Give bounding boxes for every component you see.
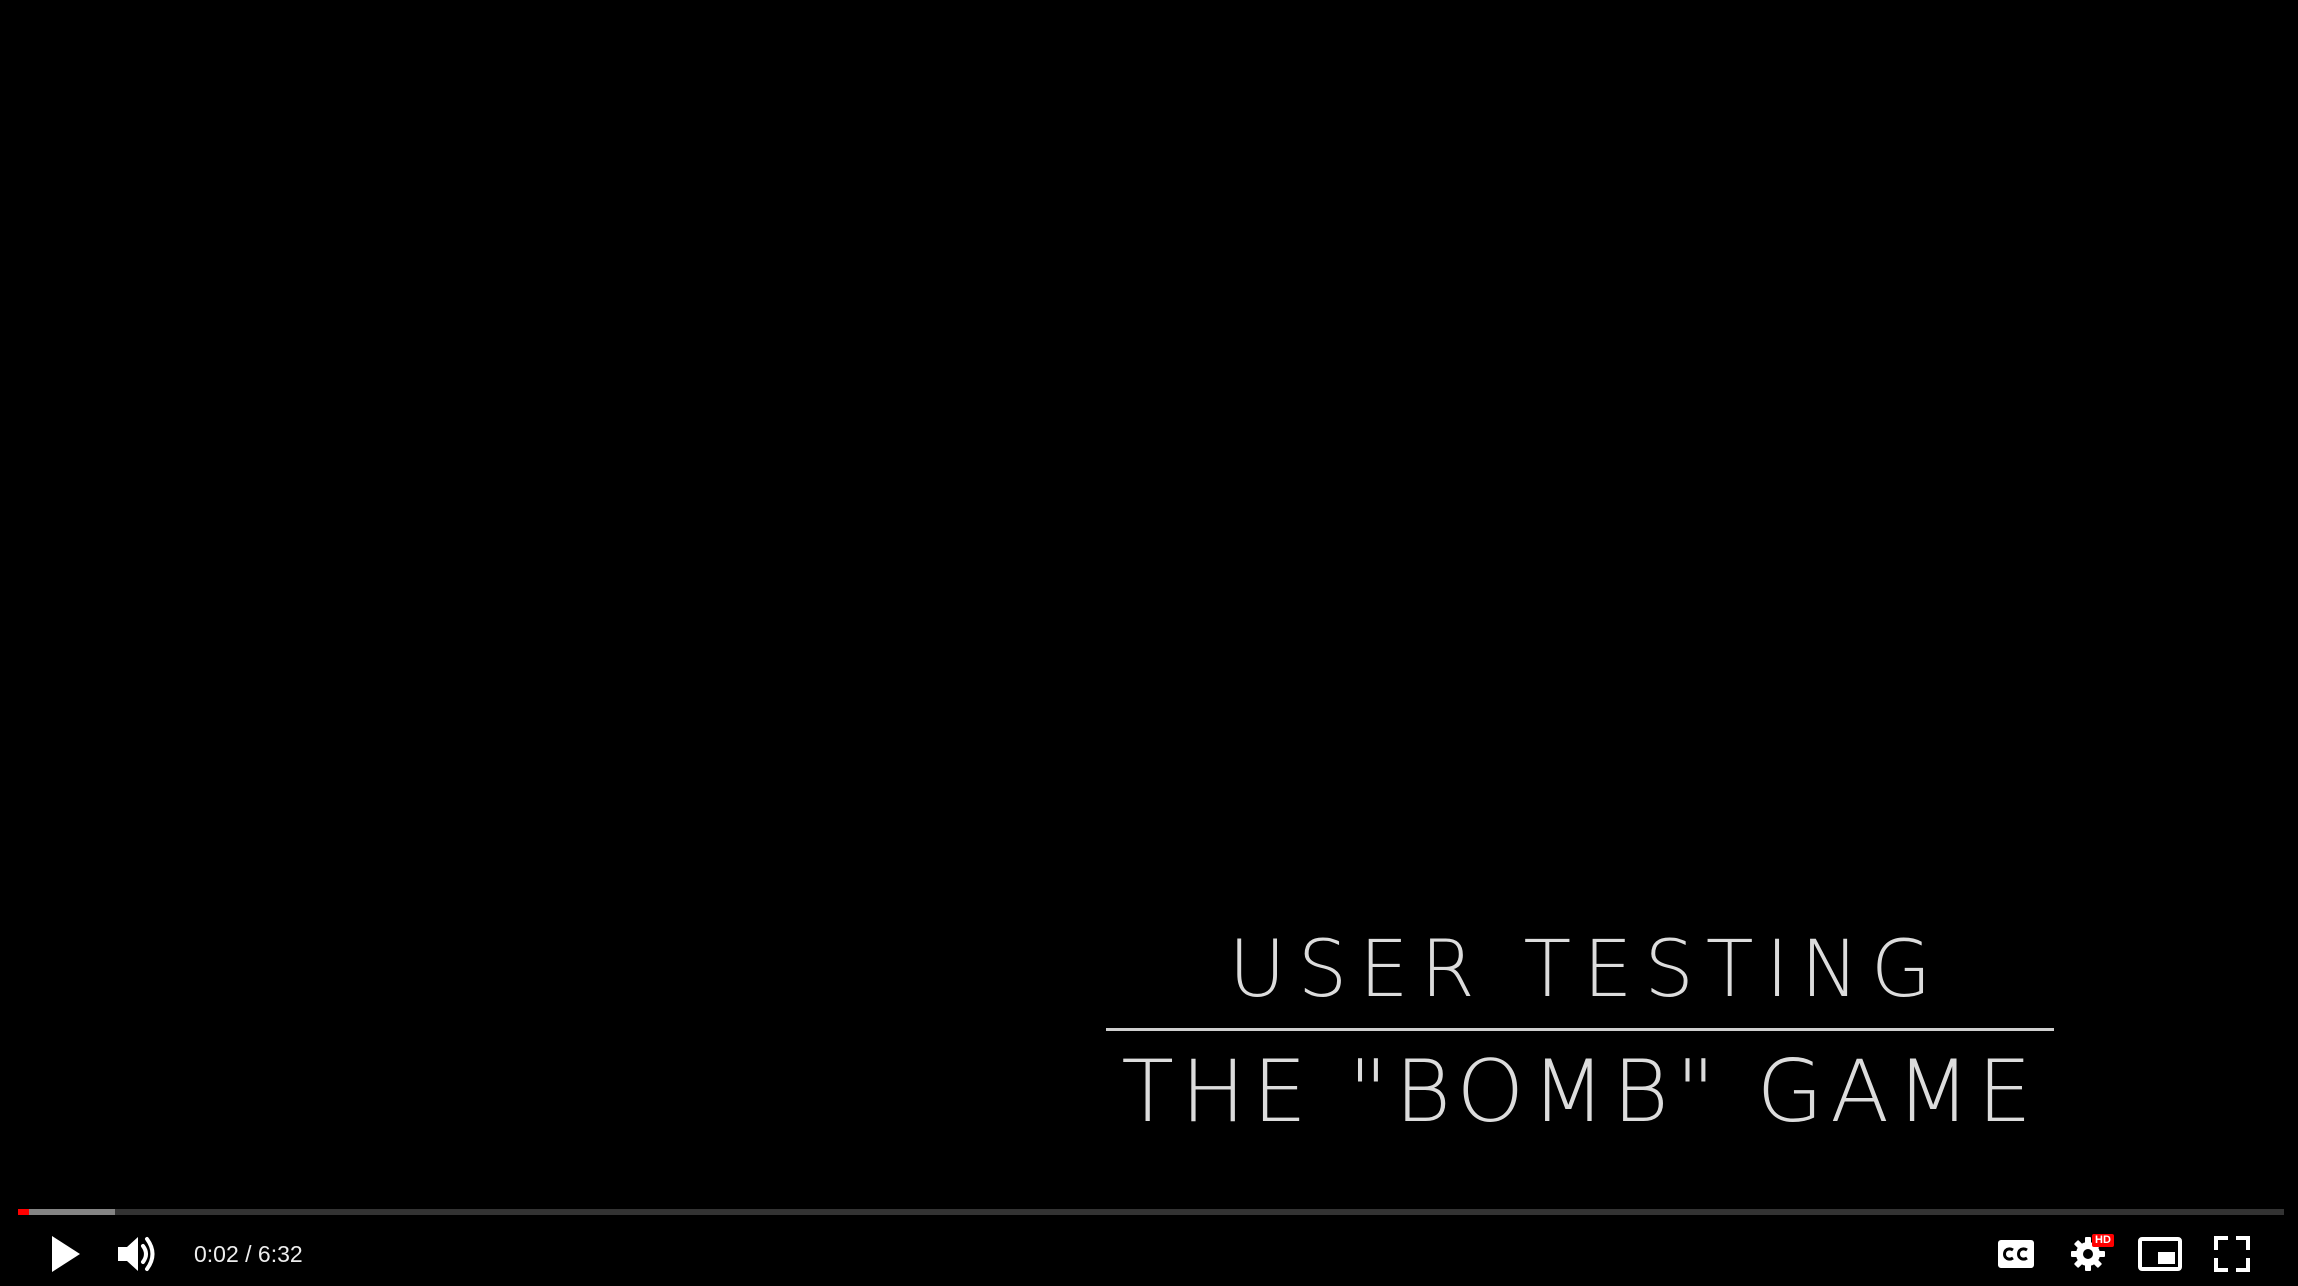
settings-button[interactable]: HD: [2052, 1222, 2124, 1286]
play-icon: [52, 1236, 80, 1272]
volume-icon: [118, 1237, 155, 1271]
progress-played: [18, 1209, 29, 1215]
progress-loaded: [18, 1209, 115, 1215]
video-player[interactable]: USER TESTING THE "BOMB" GAME 0:02 / 6:32…: [0, 0, 2298, 1286]
control-bar: 0:02 / 6:32 HD: [0, 1222, 2298, 1286]
hd-badge: HD: [2092, 1234, 2114, 1247]
fullscreen-icon: [2214, 1236, 2250, 1272]
play-button[interactable]: [30, 1222, 102, 1286]
title-card-line-1: USER TESTING: [1228, 925, 1944, 1015]
mute-button[interactable]: [102, 1222, 174, 1286]
progress-bar[interactable]: [18, 1209, 2284, 1215]
video-title-card: USER TESTING THE "BOMB" GAME: [1106, 920, 2054, 1147]
time-display: 0:02 / 6:32: [194, 1240, 303, 1267]
captions-button[interactable]: [1980, 1222, 2052, 1286]
left-controls: 0:02 / 6:32: [0, 1222, 303, 1286]
captions-icon: [1998, 1240, 2034, 1268]
title-card-divider: [1106, 1028, 2054, 1031]
title-card-line-2: THE "BOMB" GAME: [1121, 1042, 2039, 1142]
video-frame[interactable]: USER TESTING THE "BOMB" GAME: [0, 0, 2298, 1286]
fullscreen-button[interactable]: [2196, 1222, 2268, 1286]
right-controls: HD: [1980, 1222, 2298, 1286]
miniplayer-button[interactable]: [2124, 1222, 2196, 1286]
miniplayer-icon: [2138, 1237, 2182, 1271]
